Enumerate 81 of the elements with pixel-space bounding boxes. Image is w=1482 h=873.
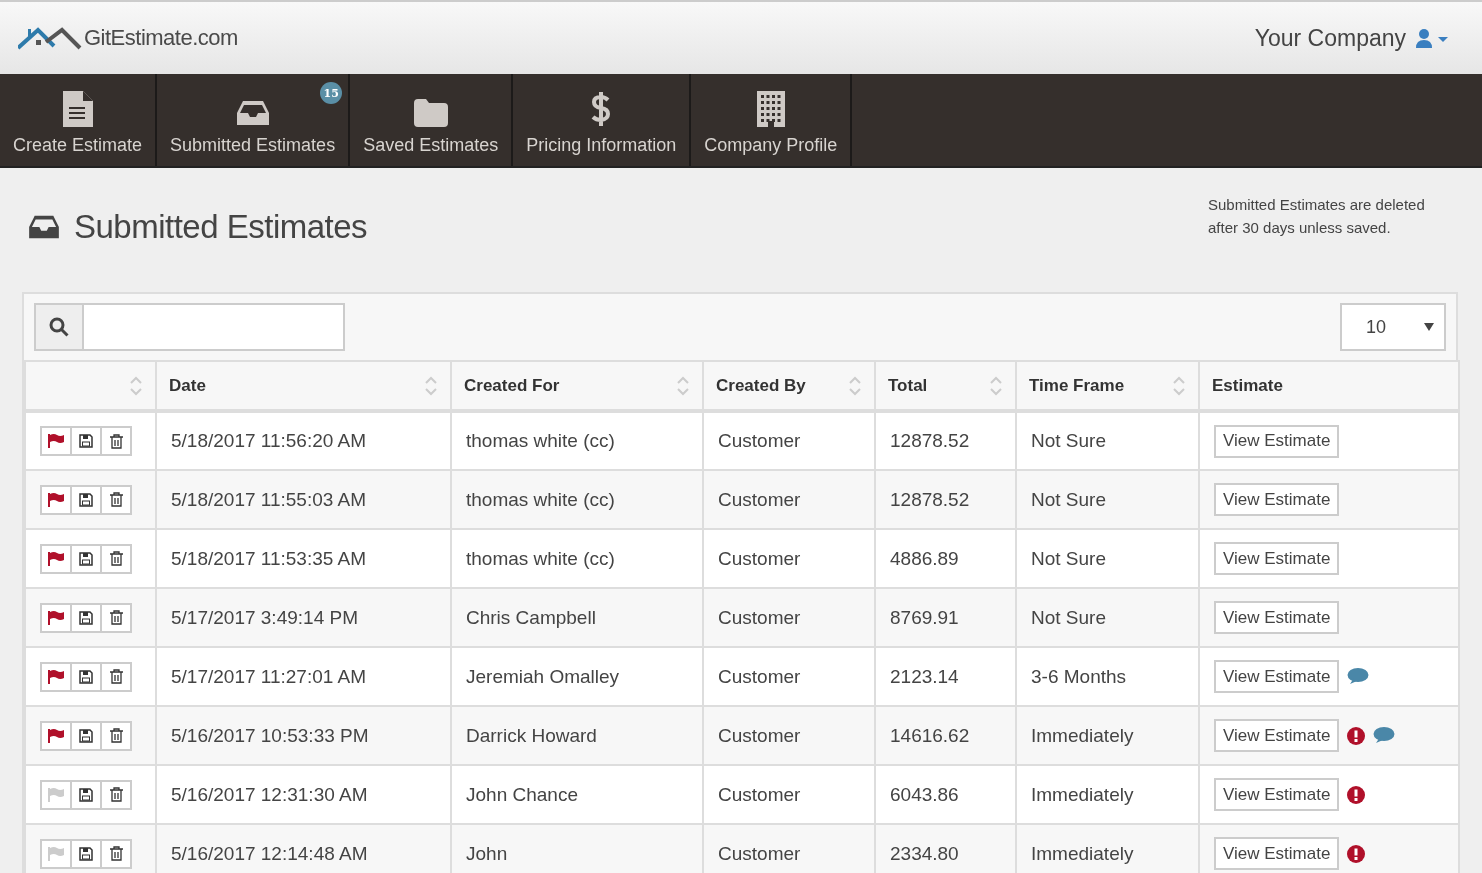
- delete-button[interactable]: [100, 720, 132, 751]
- column-header[interactable]: Created By: [703, 361, 875, 411]
- inbox-tray-icon: [28, 214, 60, 240]
- view-estimate-button[interactable]: View Estimate: [1214, 660, 1340, 693]
- sort-icon: [676, 374, 690, 397]
- save-button[interactable]: [70, 484, 102, 515]
- page-size-select[interactable]: 10: [1340, 303, 1446, 351]
- delete-button[interactable]: [100, 661, 132, 692]
- delete-button[interactable]: [100, 779, 132, 810]
- user-caret-icon: [1416, 28, 1450, 48]
- notice-text: Submitted Estimates are deleted after 30 days unless saved.: [1208, 195, 1426, 238]
- search-field[interactable]: [34, 303, 345, 351]
- delete-button[interactable]: [100, 838, 132, 869]
- view-estimate-button[interactable]: View Estimate: [1214, 778, 1340, 811]
- folder-icon: [413, 99, 448, 127]
- dropdown-caret-icon: [1424, 323, 1434, 331]
- save-button[interactable]: [70, 602, 102, 633]
- sort-icon: [1172, 374, 1186, 397]
- trash-icon: [109, 669, 123, 684]
- count-badge: 15: [320, 82, 343, 104]
- save-button[interactable]: [70, 543, 102, 574]
- delete-button[interactable]: [100, 602, 132, 633]
- nav-tab[interactable]: Company Profile: [691, 74, 853, 166]
- nav-tab[interactable]: Saved Estimates: [350, 74, 514, 166]
- save-button[interactable]: [70, 779, 102, 810]
- search-button[interactable]: [36, 305, 84, 349]
- sort-icon: [989, 374, 1003, 397]
- trash-icon: [109, 728, 123, 743]
- flag-icon: [48, 551, 64, 566]
- view-estimate-button[interactable]: View Estimate: [1214, 424, 1340, 458]
- column-header[interactable]: Date: [156, 361, 451, 411]
- view-estimate-button[interactable]: View Estimate: [1214, 719, 1340, 752]
- logo-text: GitEstimate.com: [84, 25, 238, 51]
- trash-icon: [109, 787, 123, 802]
- sort-icon: [129, 374, 143, 397]
- column-header[interactable]: Total: [875, 361, 1016, 411]
- flag-icon: [48, 787, 64, 802]
- column-header[interactable]: Time Frame: [1016, 361, 1199, 411]
- inbox-tray-icon: [236, 99, 269, 127]
- flag-icon: [48, 728, 64, 743]
- nav-tab[interactable]: Pricing Information: [513, 74, 692, 166]
- save-button[interactable]: [70, 661, 102, 692]
- sort-icon: [848, 374, 862, 397]
- flag-icon: [48, 846, 64, 861]
- save-button[interactable]: [70, 426, 102, 456]
- delete-button[interactable]: [100, 484, 132, 515]
- trash-icon: [109, 492, 123, 507]
- dollar-icon: [590, 91, 613, 127]
- save-button[interactable]: [70, 838, 102, 869]
- flag-button[interactable]: [40, 426, 72, 456]
- company-menu[interactable]: Your Company: [1248, 23, 1456, 53]
- view-estimate-button[interactable]: View Estimate: [1214, 837, 1340, 870]
- save-button[interactable]: [70, 720, 102, 751]
- search-icon: [49, 317, 69, 337]
- nav-tab[interactable]: Submitted Estimates 15: [157, 74, 351, 166]
- flag-button[interactable]: [40, 661, 72, 692]
- delete-button[interactable]: [100, 426, 132, 456]
- house-roof-logo-icon: [18, 26, 82, 50]
- flag-button[interactable]: [40, 720, 72, 751]
- flag-icon: [48, 434, 64, 448]
- nav-tab[interactable]: Create Estimate: [0, 74, 158, 166]
- document-icon: [62, 91, 93, 127]
- trash-icon: [109, 610, 123, 625]
- flag-icon: [48, 610, 64, 625]
- trash-icon: [109, 846, 123, 861]
- flag-button[interactable]: [40, 543, 72, 574]
- page-title: Submitted Estimates: [74, 208, 368, 246]
- column-header[interactable]: Created For: [451, 361, 703, 411]
- flag-button[interactable]: [40, 602, 72, 633]
- column-header[interactable]: Estimate: [1199, 361, 1459, 411]
- building-icon: [756, 91, 785, 127]
- flag-button[interactable]: [40, 484, 72, 515]
- delete-button[interactable]: [100, 543, 132, 574]
- flag-icon: [48, 492, 64, 507]
- view-estimate-button[interactable]: View Estimate: [1214, 542, 1340, 575]
- flag-icon: [48, 669, 64, 684]
- view-estimate-button[interactable]: View Estimate: [1214, 483, 1340, 516]
- trash-icon: [109, 433, 123, 449]
- sort-icon: [424, 374, 438, 397]
- view-estimate-button[interactable]: View Estimate: [1214, 601, 1340, 634]
- trash-icon: [109, 551, 123, 566]
